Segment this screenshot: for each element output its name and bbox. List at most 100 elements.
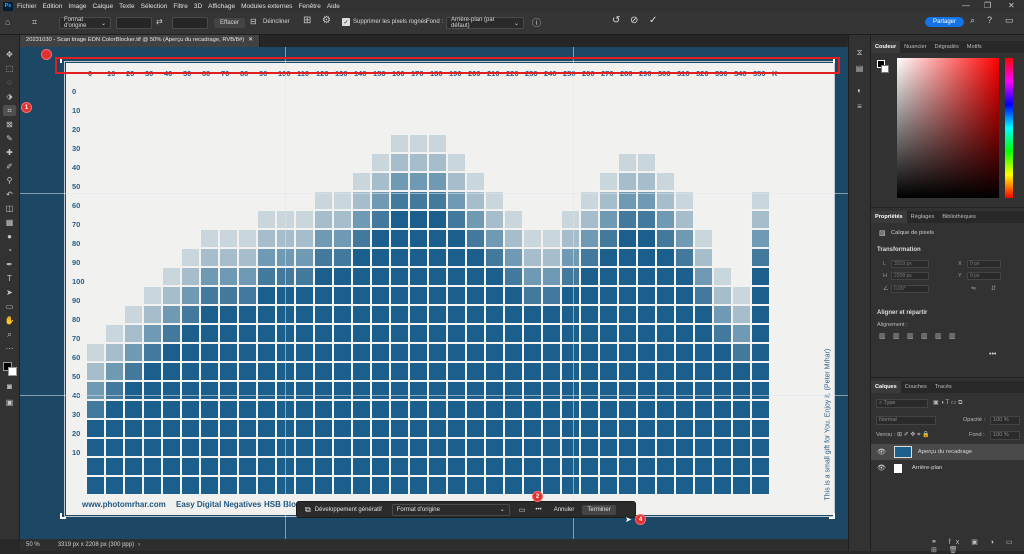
- share-button[interactable]: Partager: [925, 17, 965, 27]
- width-input[interactable]: [116, 17, 152, 29]
- align-section-title[interactable]: Aligner et répartir: [877, 310, 927, 316]
- opacity-field[interactable]: 100 %: [990, 416, 1020, 425]
- flip-vertical-icon[interactable]: ⇵: [991, 285, 996, 292]
- close-window-icon[interactable]: ✕: [1008, 1, 1015, 10]
- panel-tab-calques[interactable]: Calques: [871, 381, 901, 393]
- transform-width-field[interactable]: 3319 px: [891, 260, 929, 268]
- reset-icon[interactable]: ↺: [612, 15, 620, 26]
- frame-tool-icon[interactable]: ⊠: [3, 119, 16, 130]
- crop-tool-preset-icon[interactable]: ⌗: [32, 17, 37, 28]
- menu-item-1[interactable]: Edition: [43, 3, 63, 10]
- menu-item-3[interactable]: Calque: [92, 3, 113, 10]
- panel-tab-dgrads[interactable]: Dégradés: [931, 41, 963, 53]
- menu-item-4[interactable]: Texte: [119, 3, 135, 10]
- gear-icon[interactable]: ⚙: [322, 15, 331, 26]
- status-arrow-icon[interactable]: ›: [138, 542, 140, 548]
- brush-tool-icon[interactable]: ✐: [3, 161, 16, 172]
- fill-field[interactable]: 100 %: [990, 431, 1020, 440]
- layer-filter-search[interactable]: ⌕ Type: [876, 399, 928, 408]
- transform-y-field[interactable]: 0 px: [967, 272, 1001, 280]
- clear-button[interactable]: Effacer: [214, 18, 245, 28]
- panel-tab-motifs[interactable]: Motifs: [963, 41, 986, 53]
- crop-bounding-box[interactable]: [64, 61, 835, 517]
- panel-tab-proprits[interactable]: Propriétés: [871, 211, 907, 223]
- color-picker-field[interactable]: [897, 58, 999, 198]
- menu-item-10[interactable]: Fenêtre: [298, 3, 320, 10]
- panel-tab-nuancier[interactable]: Nuancier: [900, 41, 930, 53]
- comments-panel-icon[interactable]: ▤: [853, 63, 866, 74]
- ctx-cancel-button[interactable]: Annuler: [554, 507, 575, 513]
- layer-name[interactable]: Arrière-plan: [912, 465, 942, 471]
- menu-item-7[interactable]: 3D: [194, 3, 202, 10]
- history-panel-icon[interactable]: ⧖: [853, 47, 866, 58]
- path-select-tool-icon[interactable]: ➤: [3, 287, 16, 298]
- quick-mask-icon[interactable]: ◙: [3, 381, 16, 392]
- generative-expand-button[interactable]: Développement génératif: [315, 507, 382, 513]
- align-option-icon[interactable]: ▥: [921, 332, 928, 340]
- lasso-tool-icon[interactable]: ◌: [3, 77, 16, 88]
- ctx-done-button[interactable]: Terminer: [582, 504, 616, 515]
- workspace-icon[interactable]: ▭: [1005, 15, 1014, 26]
- transform-section-title[interactable]: Transformation: [877, 247, 921, 253]
- blur-tool-icon[interactable]: ●: [3, 231, 16, 242]
- height-input[interactable]: [172, 17, 208, 29]
- eraser-tool-icon[interactable]: ◫: [3, 203, 16, 214]
- lock-icons[interactable]: ⊞ ✐ ✥ ⌗ 🔒: [897, 431, 930, 439]
- more-tools-icon[interactable]: ⋯: [3, 343, 16, 354]
- more-options-icon[interactable]: •••: [989, 351, 996, 358]
- menu-item-2[interactable]: Image: [68, 3, 86, 10]
- crop-handle-bottom-right[interactable]: [829, 513, 835, 519]
- object-select-tool-icon[interactable]: ⬗: [3, 91, 16, 102]
- layer-actions-icons[interactable]: ⚭ fx ▣ ◑ ▭ ⊞ 🗑: [931, 538, 1024, 554]
- canvas-area[interactable]: 0102030405060708090100110120130140150160…: [20, 47, 848, 539]
- cancel-crop-icon[interactable]: ⊘: [630, 15, 638, 26]
- panel-tab-tracs[interactable]: Tracés: [931, 381, 956, 393]
- straighten-icon[interactable]: ⊟: [250, 17, 257, 26]
- eyedropper-tool-icon[interactable]: ✎: [3, 133, 16, 144]
- help-icon[interactable]: ?: [987, 15, 992, 25]
- grid-overlay-icon[interactable]: ⊞: [303, 15, 311, 26]
- hue-slider[interactable]: [1005, 58, 1013, 198]
- transform-angle-field[interactable]: 0,00°: [891, 285, 929, 293]
- move-tool-icon[interactable]: ✥: [3, 49, 16, 60]
- background-color-swatch[interactable]: [8, 367, 17, 376]
- panel-tab-couches[interactable]: Couches: [901, 381, 931, 393]
- minimize-icon[interactable]: —: [962, 1, 970, 10]
- align-option-icon[interactable]: ▥: [907, 332, 914, 340]
- straighten-label[interactable]: Déincliner: [263, 19, 290, 25]
- panel-tab-bibliothques[interactable]: Bibliothèques: [938, 211, 980, 223]
- fill-select[interactable]: Arrière-plan (par défaut) ⌄: [446, 17, 524, 29]
- panel-tab-couleur[interactable]: Couleur: [871, 41, 901, 53]
- dodge-tool-icon[interactable]: ◔: [3, 245, 16, 256]
- menu-item-5[interactable]: Sélection: [141, 3, 168, 10]
- ctx-more-button[interactable]: •••: [535, 507, 541, 513]
- zoom-tool-icon[interactable]: ⌕: [3, 329, 16, 340]
- transform-height-field[interactable]: 2208 px: [891, 272, 929, 280]
- home-icon[interactable]: ⌂: [5, 17, 10, 27]
- adjustments-panel-icon[interactable]: ◐: [853, 85, 866, 96]
- align-option-icon[interactable]: ▥: [949, 332, 956, 340]
- shape-tool-icon[interactable]: ▭: [3, 301, 16, 312]
- menu-item-11[interactable]: Aide: [327, 3, 340, 10]
- align-option-icon[interactable]: ▥: [935, 332, 942, 340]
- zoom-level[interactable]: 50 %: [26, 542, 40, 548]
- eye-icon[interactable]: 👁: [877, 448, 886, 456]
- delete-cropped-checkbox[interactable]: ✓: [342, 18, 350, 26]
- properties-panel-icon[interactable]: ≡: [853, 101, 866, 112]
- crop-handle-bottom-left[interactable]: [60, 513, 66, 519]
- layer-row-crop-preview[interactable]: 👁 Aperçu du recadrage: [871, 444, 1024, 460]
- maximize-icon[interactable]: ❐: [984, 1, 991, 10]
- menu-item-0[interactable]: Fichier: [17, 3, 37, 10]
- swap-icon[interactable]: ⇄: [156, 17, 163, 26]
- panel-background-swatch[interactable]: [881, 65, 889, 73]
- marquee-tool-icon[interactable]: ⬚: [3, 63, 16, 74]
- ctx-ratio-select[interactable]: Format d'origine ⌄: [391, 503, 510, 516]
- layer-name[interactable]: Aperçu du recadrage: [918, 449, 972, 455]
- crop-tool-icon[interactable]: ⌗: [3, 105, 16, 116]
- info-icon[interactable]: ⓘ: [532, 16, 541, 29]
- clone-stamp-tool-icon[interactable]: ⚲: [3, 175, 16, 186]
- screen-mode-icon[interactable]: ▣: [3, 397, 16, 408]
- type-tool-icon[interactable]: T: [3, 273, 16, 284]
- menu-item-8[interactable]: Affichage: [208, 3, 235, 10]
- menu-item-9[interactable]: Modules externes: [241, 3, 292, 10]
